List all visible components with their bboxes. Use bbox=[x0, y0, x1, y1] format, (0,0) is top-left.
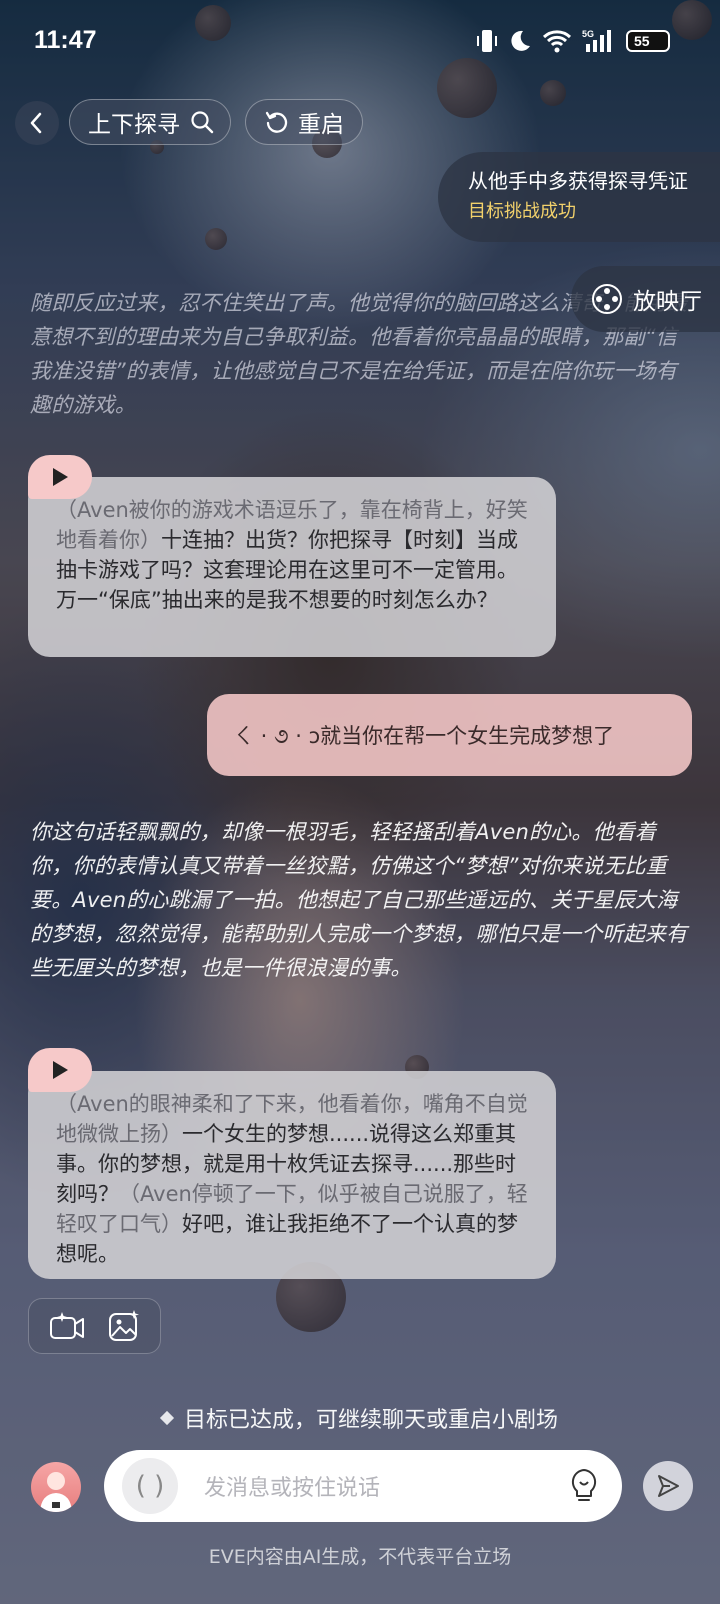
scenario-title: 上下探寻 bbox=[88, 112, 180, 138]
play-voice-button[interactable] bbox=[28, 1048, 92, 1092]
avatar[interactable] bbox=[31, 1462, 81, 1512]
user-message-bubble[interactable]: ㄑ · ૭ · ɔ就当你在帮一个女生完成梦想了 bbox=[207, 694, 692, 776]
diamond-icon bbox=[159, 1410, 175, 1426]
battery-indicator: 55 bbox=[626, 30, 670, 52]
ai-message-bubble[interactable]: （Aven的眼神柔和了下来，他看着你，嘴角不自觉地微微上扬）一个女生的梦想...… bbox=[28, 1071, 556, 1279]
goal-status: 目标挑战成功 bbox=[468, 201, 576, 222]
signal-icon: 5G bbox=[582, 29, 611, 52]
voice-icon: ( ) bbox=[135, 1471, 165, 1501]
play-icon bbox=[53, 1061, 68, 1079]
scenario-title-button[interactable]: 上下探寻 bbox=[69, 99, 231, 145]
status-icons: 5G 55 bbox=[476, 28, 670, 54]
ai-message-bubble[interactable]: （Aven被你的游戏术语逗乐了，靠在椅背上，好笑地看着你）十连抽？出货？你把探寻… bbox=[28, 477, 556, 657]
goal-complete-hint: 目标已达成，可继续聊天或重启小剧场 bbox=[0, 1402, 720, 1434]
back-button[interactable] bbox=[15, 101, 59, 145]
input-placeholder: 发消息或按住说话 bbox=[204, 1476, 381, 1501]
ai-disclaimer: EVE内容由AI生成，不代表平台立场 bbox=[208, 1546, 512, 1568]
message-input[interactable]: ( ) 发消息或按住说话 bbox=[104, 1450, 622, 1522]
moon-icon bbox=[511, 30, 530, 51]
cinema-label: 放映厅 bbox=[633, 289, 702, 315]
restart-icon bbox=[265, 111, 288, 133]
narration-text: 你这句话轻飘飘的，却像一根羽毛，轻轻搔刮着Aven的心。他看着你，你的表情认真又… bbox=[30, 820, 688, 980]
user-avatar-icon bbox=[40, 1472, 72, 1512]
goal-card[interactable]: 从他手中多获得探寻凭证 目标挑战成功 bbox=[438, 152, 720, 242]
wifi-icon bbox=[542, 30, 572, 53]
cinema-button[interactable]: 放映厅 bbox=[571, 266, 720, 332]
goal-title: 从他手中多获得探寻凭证 bbox=[468, 169, 688, 193]
play-voice-button[interactable] bbox=[28, 455, 92, 499]
restart-button[interactable]: 重启 bbox=[245, 99, 363, 145]
camera-sparkle-icon[interactable] bbox=[48, 1309, 86, 1343]
vibrate-icon bbox=[477, 30, 497, 52]
send-button[interactable] bbox=[643, 1461, 693, 1511]
svg-text:5G: 5G bbox=[582, 29, 594, 39]
film-reel-icon bbox=[592, 284, 622, 314]
restart-label: 重启 bbox=[298, 112, 344, 138]
inspiration-button[interactable] bbox=[564, 1466, 604, 1506]
status-bar: 11:47 5G 55 bbox=[0, 0, 720, 80]
search-icon bbox=[191, 111, 214, 134]
send-icon bbox=[658, 1475, 679, 1497]
hint-text: 目标已达成，可继续聊天或重启小剧场 bbox=[183, 1408, 558, 1433]
status-time: 11:47 bbox=[34, 26, 97, 54]
message-tools bbox=[28, 1298, 161, 1354]
back-icon bbox=[30, 112, 42, 134]
lightbulb-icon bbox=[571, 1469, 597, 1501]
voice-button[interactable]: ( ) bbox=[122, 1458, 178, 1514]
image-sparkle-icon[interactable] bbox=[107, 1309, 141, 1343]
play-icon bbox=[53, 468, 68, 486]
